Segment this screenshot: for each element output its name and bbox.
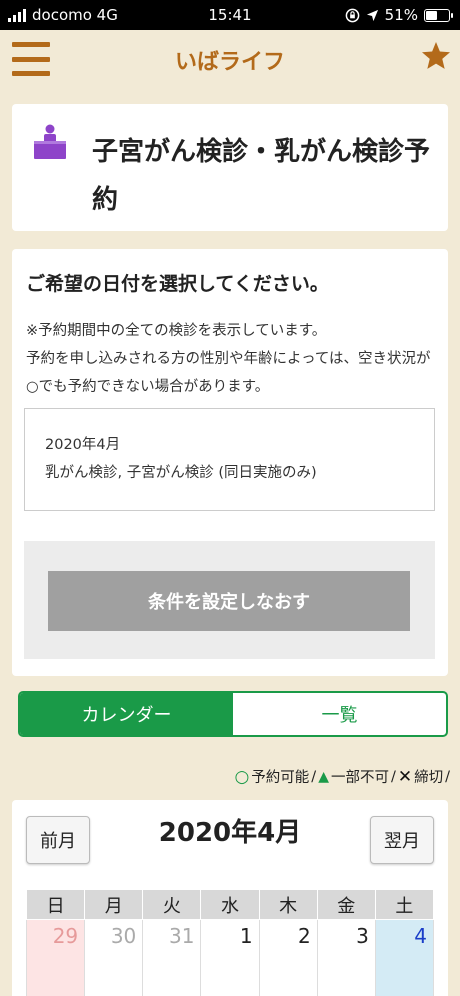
partial-label: 一部不可 [330,770,389,786]
weekday-mon: 月 [84,889,144,920]
legend-separator: / [445,768,450,785]
calendar-day: 30 [84,919,144,996]
tab-list[interactable]: 一覧 [233,693,446,735]
weekday-tue: 火 [142,889,202,920]
next-month-button[interactable]: 翌月 [370,816,434,864]
info-note-line: 予約を申し込みされる方の性別や年齢によっては、空き状況が○でも予約できない場合が… [26,351,431,395]
calendar-day: 29 [25,919,86,996]
battery-percent: 51% [384,6,418,24]
status-legend: ○ 予約可能 / ▲ 一部不可 / ✕ 締切 / [234,766,450,787]
reset-area: 条件を設定しなおす [24,541,435,659]
reset-conditions-button[interactable]: 条件を設定しなおす [48,571,410,631]
available-symbol: ○ [234,766,250,787]
calendar-day[interactable]: 4 [374,919,435,996]
view-tabs: カレンダー 一覧 [18,691,448,737]
page-title-card: 子宮がん検診・乳がん検診予約 [12,104,448,231]
calendar-grid: 日 月 火 水 木 金 土 29 30 31 1 2 3 4 [25,889,435,996]
calendar-day[interactable]: 1 [200,919,260,996]
legend-separator: / [311,768,317,785]
instruction-heading: ご希望の日付を選択してください。 [26,273,329,295]
tab-calendar[interactable]: カレンダー [20,693,233,735]
closed-label: 締切 [414,770,444,786]
partial-symbol: ▲ [318,768,329,785]
star-icon[interactable] [420,40,452,72]
closed-symbol: ✕ [397,766,413,787]
conditions-box: 2020年4月 乳がん検診, 子宮がん検診 (同日実施のみ) [24,408,435,511]
weekday-sat: 土 [374,889,435,920]
person-at-desk-icon [34,124,66,159]
calendar-card: 前月 2020年4月 翌月 日 月 火 水 木 金 土 29 30 31 1 2… [12,800,448,996]
info-card: ご希望の日付を選択してください。 ※予約期間中の全ての検診を表示しています。 予… [12,249,448,676]
legend-separator: / [390,768,396,785]
calendar-day: 31 [142,919,202,996]
rotation-lock-icon [345,8,359,22]
calendar-day[interactable]: 2 [258,919,318,996]
weekday-wed: 水 [200,889,260,920]
condition-month: 2020年4月 [45,437,121,453]
calendar-day[interactable]: 3 [316,919,376,996]
page-title: 子宮がん検診・乳がん検診予約 [92,137,431,215]
info-note-line: ※予約期間中の全ての検診を表示しています。 [26,323,327,339]
weekday-thu: 木 [258,889,318,920]
status-bar: docomo 4G 15:41 51% [0,0,460,30]
available-label: 予約可能 [251,770,310,786]
app-header: いばライフ [0,30,460,92]
weekday-fri: 金 [316,889,376,920]
location-icon [366,9,378,21]
battery-icon [424,8,453,22]
condition-exams: 乳がん検診, 子宮がん検診 (同日実施のみ) [45,465,317,481]
info-note: ※予約期間中の全ての検診を表示しています。 予約を申し込みされる方の性別や年齢に… [26,317,436,401]
app-title: いばライフ [174,50,285,75]
weekday-sun: 日 [25,889,86,920]
